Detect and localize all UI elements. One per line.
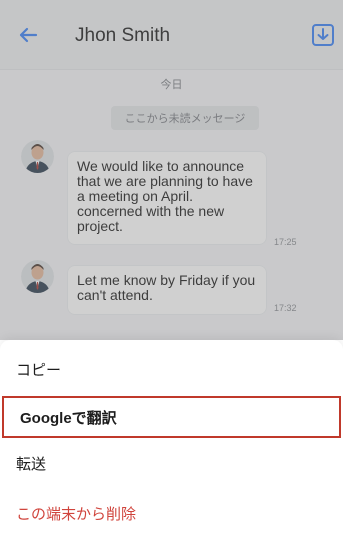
- menu-item-label: コピー: [16, 361, 62, 379]
- menu-item-google-translate[interactable]: Googleで翻訳: [2, 396, 341, 438]
- menu-item-label: Googleで翻訳: [20, 409, 117, 427]
- menu-item-label: この端末から削除: [16, 505, 137, 523]
- menu-item-label: 転送: [16, 455, 47, 473]
- modal-backdrop[interactable]: [0, 0, 343, 340]
- menu-item-forward[interactable]: 転送: [0, 442, 343, 484]
- action-sheet: コピー Googleで翻訳 転送 この端末から削除: [0, 340, 343, 539]
- menu-item-copy[interactable]: コピー: [0, 348, 343, 390]
- chat-screen: Jhon Smith 今日 ここから未読メッセージ We would like …: [0, 0, 343, 539]
- menu-item-delete[interactable]: この端末から削除: [0, 492, 343, 534]
